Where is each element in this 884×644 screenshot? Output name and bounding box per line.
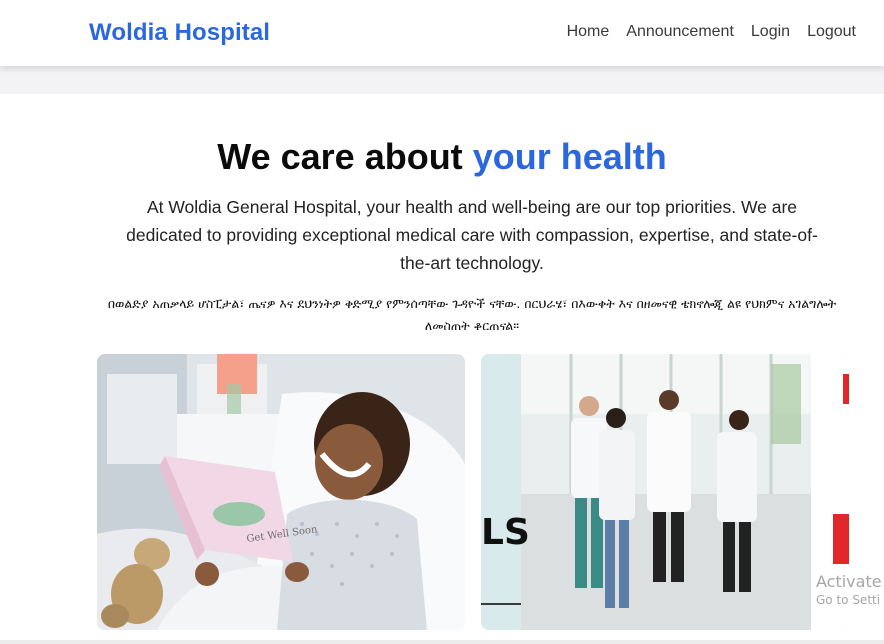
bottom-divider bbox=[0, 640, 884, 644]
activate-windows-watermark: Activate Go to Setti bbox=[816, 572, 882, 607]
hero-title: We care about your health bbox=[0, 136, 884, 178]
navbar: Woldia Hospital Home Announcement Login … bbox=[0, 0, 884, 66]
hero-amharic-text: በወልድያ አጠቃላይ ሆስፒታል፣ ጤናዎ እና ደህንነትዎ ቅድሚያ የም… bbox=[107, 296, 837, 333]
hero-title-plain: We care about bbox=[217, 136, 473, 177]
hero-title-accent: your health bbox=[472, 136, 667, 177]
watermark-line2: Go to Setti bbox=[816, 593, 881, 607]
svg-text:LS: LS bbox=[481, 512, 530, 553]
patient-image: Get Well Soon bbox=[97, 354, 465, 630]
nav-links: Home Announcement Login Logout bbox=[567, 23, 856, 41]
hero-section: We care about your health At Woldia Gene… bbox=[0, 94, 884, 644]
doctors-image: LS bbox=[481, 354, 849, 630]
brand-logo-link[interactable]: Woldia Hospital bbox=[89, 19, 270, 47]
nav-login-link[interactable]: Login bbox=[751, 23, 790, 41]
nav-logout-link[interactable]: Logout bbox=[807, 23, 856, 41]
watermark-line1: Activate bbox=[816, 572, 882, 591]
nav-announcement-link[interactable]: Announcement bbox=[626, 23, 734, 41]
hero-subtitle: At Woldia General Hospital, your health … bbox=[126, 197, 818, 273]
nav-home-link[interactable]: Home bbox=[567, 23, 610, 41]
